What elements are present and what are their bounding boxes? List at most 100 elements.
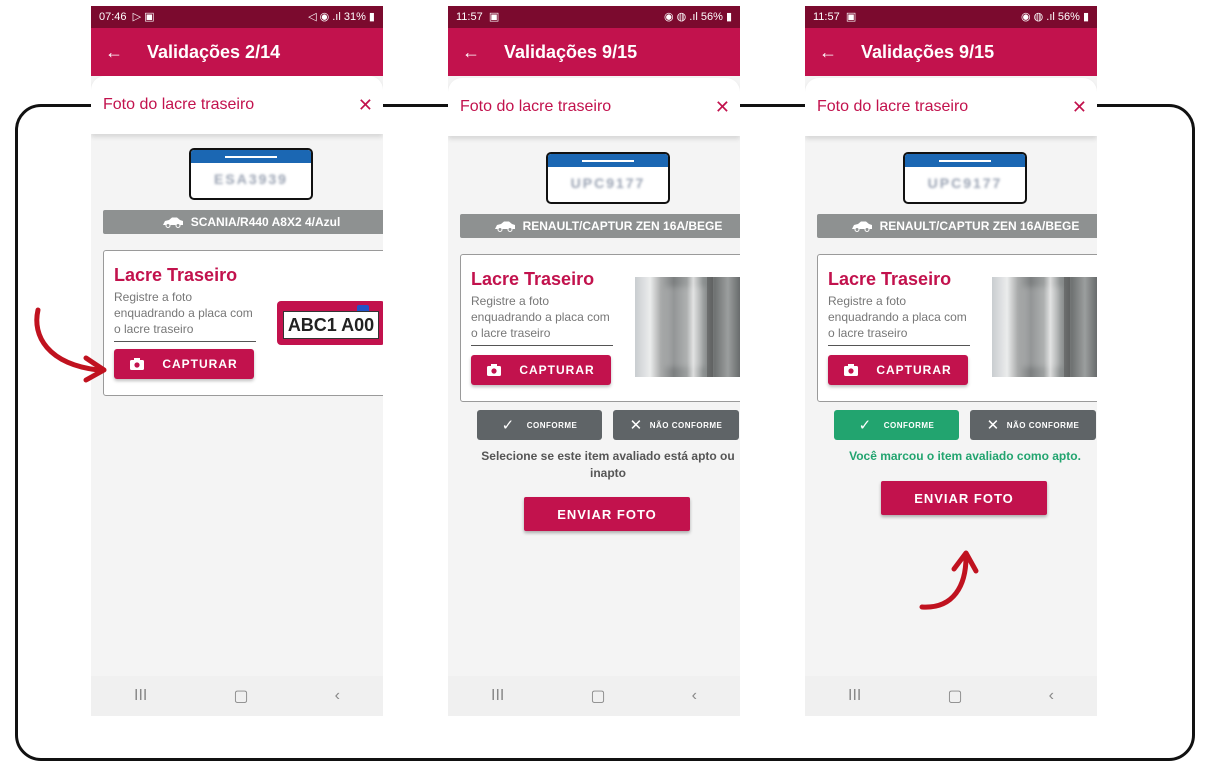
check-icon: ✓ [858, 417, 872, 434]
status-icons-right: ◉ ◍ .ıl 56% ▮ [663, 11, 732, 23]
status-icons-left: ▷ ▣ [132, 11, 155, 23]
status-bar: 11:57 ▣ ◉ ◍ .ıl 56% ▮ [448, 6, 740, 28]
captured-photo[interactable] [635, 277, 740, 377]
card-description: Registre a foto enquadrando a placa com … [114, 289, 256, 342]
status-icons-right: ◉ ◍ .ıl 56% ▮ [1020, 11, 1089, 23]
page-title: Validações 9/15 [861, 41, 995, 62]
sheet-header: Foto do lacre traseiro ✕ [805, 78, 1097, 136]
x-icon: ✕ [986, 417, 1000, 434]
phone-screen-1: 07:46 ▷ ▣ ◁ ◉ .ıl 31% ▮ ← Validações 2/1… [91, 6, 383, 716]
status-time: 11:57 [456, 11, 483, 23]
app-bar: ← Validações 9/15 [448, 28, 740, 76]
capture-button[interactable]: CAPTURAR [828, 355, 968, 385]
send-photo-label: ENVIAR FOTO [557, 506, 657, 522]
card-description: Registre a foto enquadrando a placa com … [828, 293, 970, 346]
check-icon: ✓ [501, 417, 515, 434]
x-icon: ✕ [629, 417, 643, 434]
home-icon[interactable]: ▢ [590, 686, 605, 706]
capture-label: CAPTURAR [519, 363, 595, 377]
send-photo-button[interactable]: ENVIAR FOTO [881, 481, 1047, 515]
sheet-title: Foto do lacre traseiro [103, 96, 255, 113]
back-arrow-icon[interactable]: ← [105, 42, 125, 63]
nao-conforme-button[interactable]: ✕ NÃO CONFORME [613, 410, 739, 440]
phone-screen-2: 11:57 ▣ ◉ ◍ .ıl 56% ▮ ← Validações 9/15 … [448, 6, 740, 716]
example-plate-text: ABC1 A00 [283, 311, 379, 339]
conforme-label: CONFORME [526, 420, 578, 430]
back-arrow-icon[interactable]: ← [462, 42, 482, 63]
camera-icon [130, 358, 145, 370]
recent-apps-icon[interactable]: III [848, 687, 861, 705]
vehicle-description: SCANIA/R440 A8X2 4/Azul [190, 215, 341, 229]
system-nav-bar: III ▢ ‹ [805, 676, 1097, 716]
back-arrow-icon[interactable]: ← [819, 42, 839, 63]
status-time: 11:57 [813, 11, 840, 23]
status-icons-left: ▣ [845, 11, 857, 23]
status-time: 07:46 [99, 11, 127, 23]
card-description: Registre a foto enquadrando a placa com … [471, 293, 613, 346]
recent-apps-icon[interactable]: III [491, 687, 504, 705]
back-icon[interactable]: ‹ [335, 687, 340, 705]
capture-button[interactable]: CAPTURAR [471, 355, 611, 385]
system-nav-bar: III ▢ ‹ [448, 676, 740, 716]
license-plate: ESA3939 [189, 148, 313, 200]
status-bar: 11:57 ▣ ◉ ◍ .ıl 56% ▮ [805, 6, 1097, 28]
pointer-arrow-left [34, 307, 107, 383]
vehicle-bar: RENAULT/CAPTUR ZEN 16A/BEGE [460, 214, 740, 238]
card-title: Lacre Traseiro [828, 269, 952, 289]
app-bar: ← Validações 2/14 [91, 28, 383, 76]
pointer-arrow-right [919, 550, 979, 610]
app-bar: ← Validações 9/15 [805, 28, 1097, 76]
vehicle-bar: SCANIA/R440 A8X2 4/Azul [103, 210, 383, 234]
nao-conforme-label: NÃO CONFORME [1006, 420, 1080, 430]
plate-band [905, 154, 1025, 167]
close-icon[interactable]: ✕ [358, 95, 373, 116]
card-title: Lacre Traseiro [114, 265, 238, 285]
recent-apps-icon[interactable]: III [134, 687, 147, 705]
vehicle-description: RENAULT/CAPTUR ZEN 16A/BEGE [879, 219, 1080, 233]
conforme-label: CONFORME [883, 420, 935, 430]
license-plate: UPC9177 [903, 152, 1027, 204]
hint-text: Você marcou o item avaliado como apto. [849, 449, 1081, 463]
page-title: Validações 9/15 [504, 41, 638, 62]
status-icons-left: ▣ [488, 11, 500, 23]
conforme-button[interactable]: ✓ CONFORME [834, 410, 959, 440]
nao-conforme-label: NÃO CONFORME [649, 420, 723, 430]
close-icon[interactable]: ✕ [1072, 97, 1087, 118]
status-icons-right: ◁ ◉ .ıl 31% ▮ [308, 11, 375, 23]
close-icon[interactable]: ✕ [715, 97, 730, 118]
plate-number: UPC9177 [927, 175, 1003, 191]
home-icon[interactable]: ▢ [233, 686, 248, 706]
plate-band [548, 154, 668, 167]
vehicle-bar: RENAULT/CAPTUR ZEN 16A/BEGE [817, 214, 1097, 238]
sheet-header: Foto do lacre traseiro ✕ [91, 76, 383, 134]
page-title: Validações 2/14 [147, 41, 281, 62]
hint-text: Selecione se este item avaliado está apt… [481, 449, 735, 480]
system-nav-bar: III ▢ ‹ [91, 676, 383, 716]
car-icon [851, 221, 873, 232]
car-icon [494, 221, 516, 232]
sheet-title: Foto do lacre traseiro [460, 98, 612, 115]
send-photo-button[interactable]: ENVIAR FOTO [524, 497, 690, 531]
license-plate: UPC9177 [546, 152, 670, 204]
home-icon[interactable]: ▢ [947, 686, 962, 706]
captured-photo[interactable] [992, 277, 1097, 377]
conforme-button[interactable]: ✓ CONFORME [477, 410, 602, 440]
plate-number: ESA3939 [214, 171, 288, 187]
lacre-card: Lacre Traseiro Registre a foto enquadran… [460, 254, 740, 402]
nao-conforme-button[interactable]: ✕ NÃO CONFORME [970, 410, 1096, 440]
capture-button[interactable]: CAPTURAR [114, 349, 254, 379]
back-icon[interactable]: ‹ [1049, 687, 1054, 705]
camera-icon [844, 364, 859, 376]
lacre-card: Lacre Traseiro Registre a foto enquadran… [817, 254, 1097, 402]
sheet-header: Foto do lacre traseiro ✕ [448, 78, 740, 136]
plate-band [191, 150, 311, 163]
status-bar: 07:46 ▷ ▣ ◁ ◉ .ıl 31% ▮ [91, 6, 383, 28]
back-icon[interactable]: ‹ [692, 687, 697, 705]
plate-number: UPC9177 [570, 175, 646, 191]
capture-label: CAPTURAR [876, 363, 952, 377]
send-photo-label: ENVIAR FOTO [914, 490, 1014, 506]
example-plate-illustration: ABC1 A00 [277, 301, 383, 345]
sheet-title: Foto do lacre traseiro [817, 98, 969, 115]
capture-label: CAPTURAR [162, 357, 238, 371]
card-title: Lacre Traseiro [471, 269, 595, 289]
